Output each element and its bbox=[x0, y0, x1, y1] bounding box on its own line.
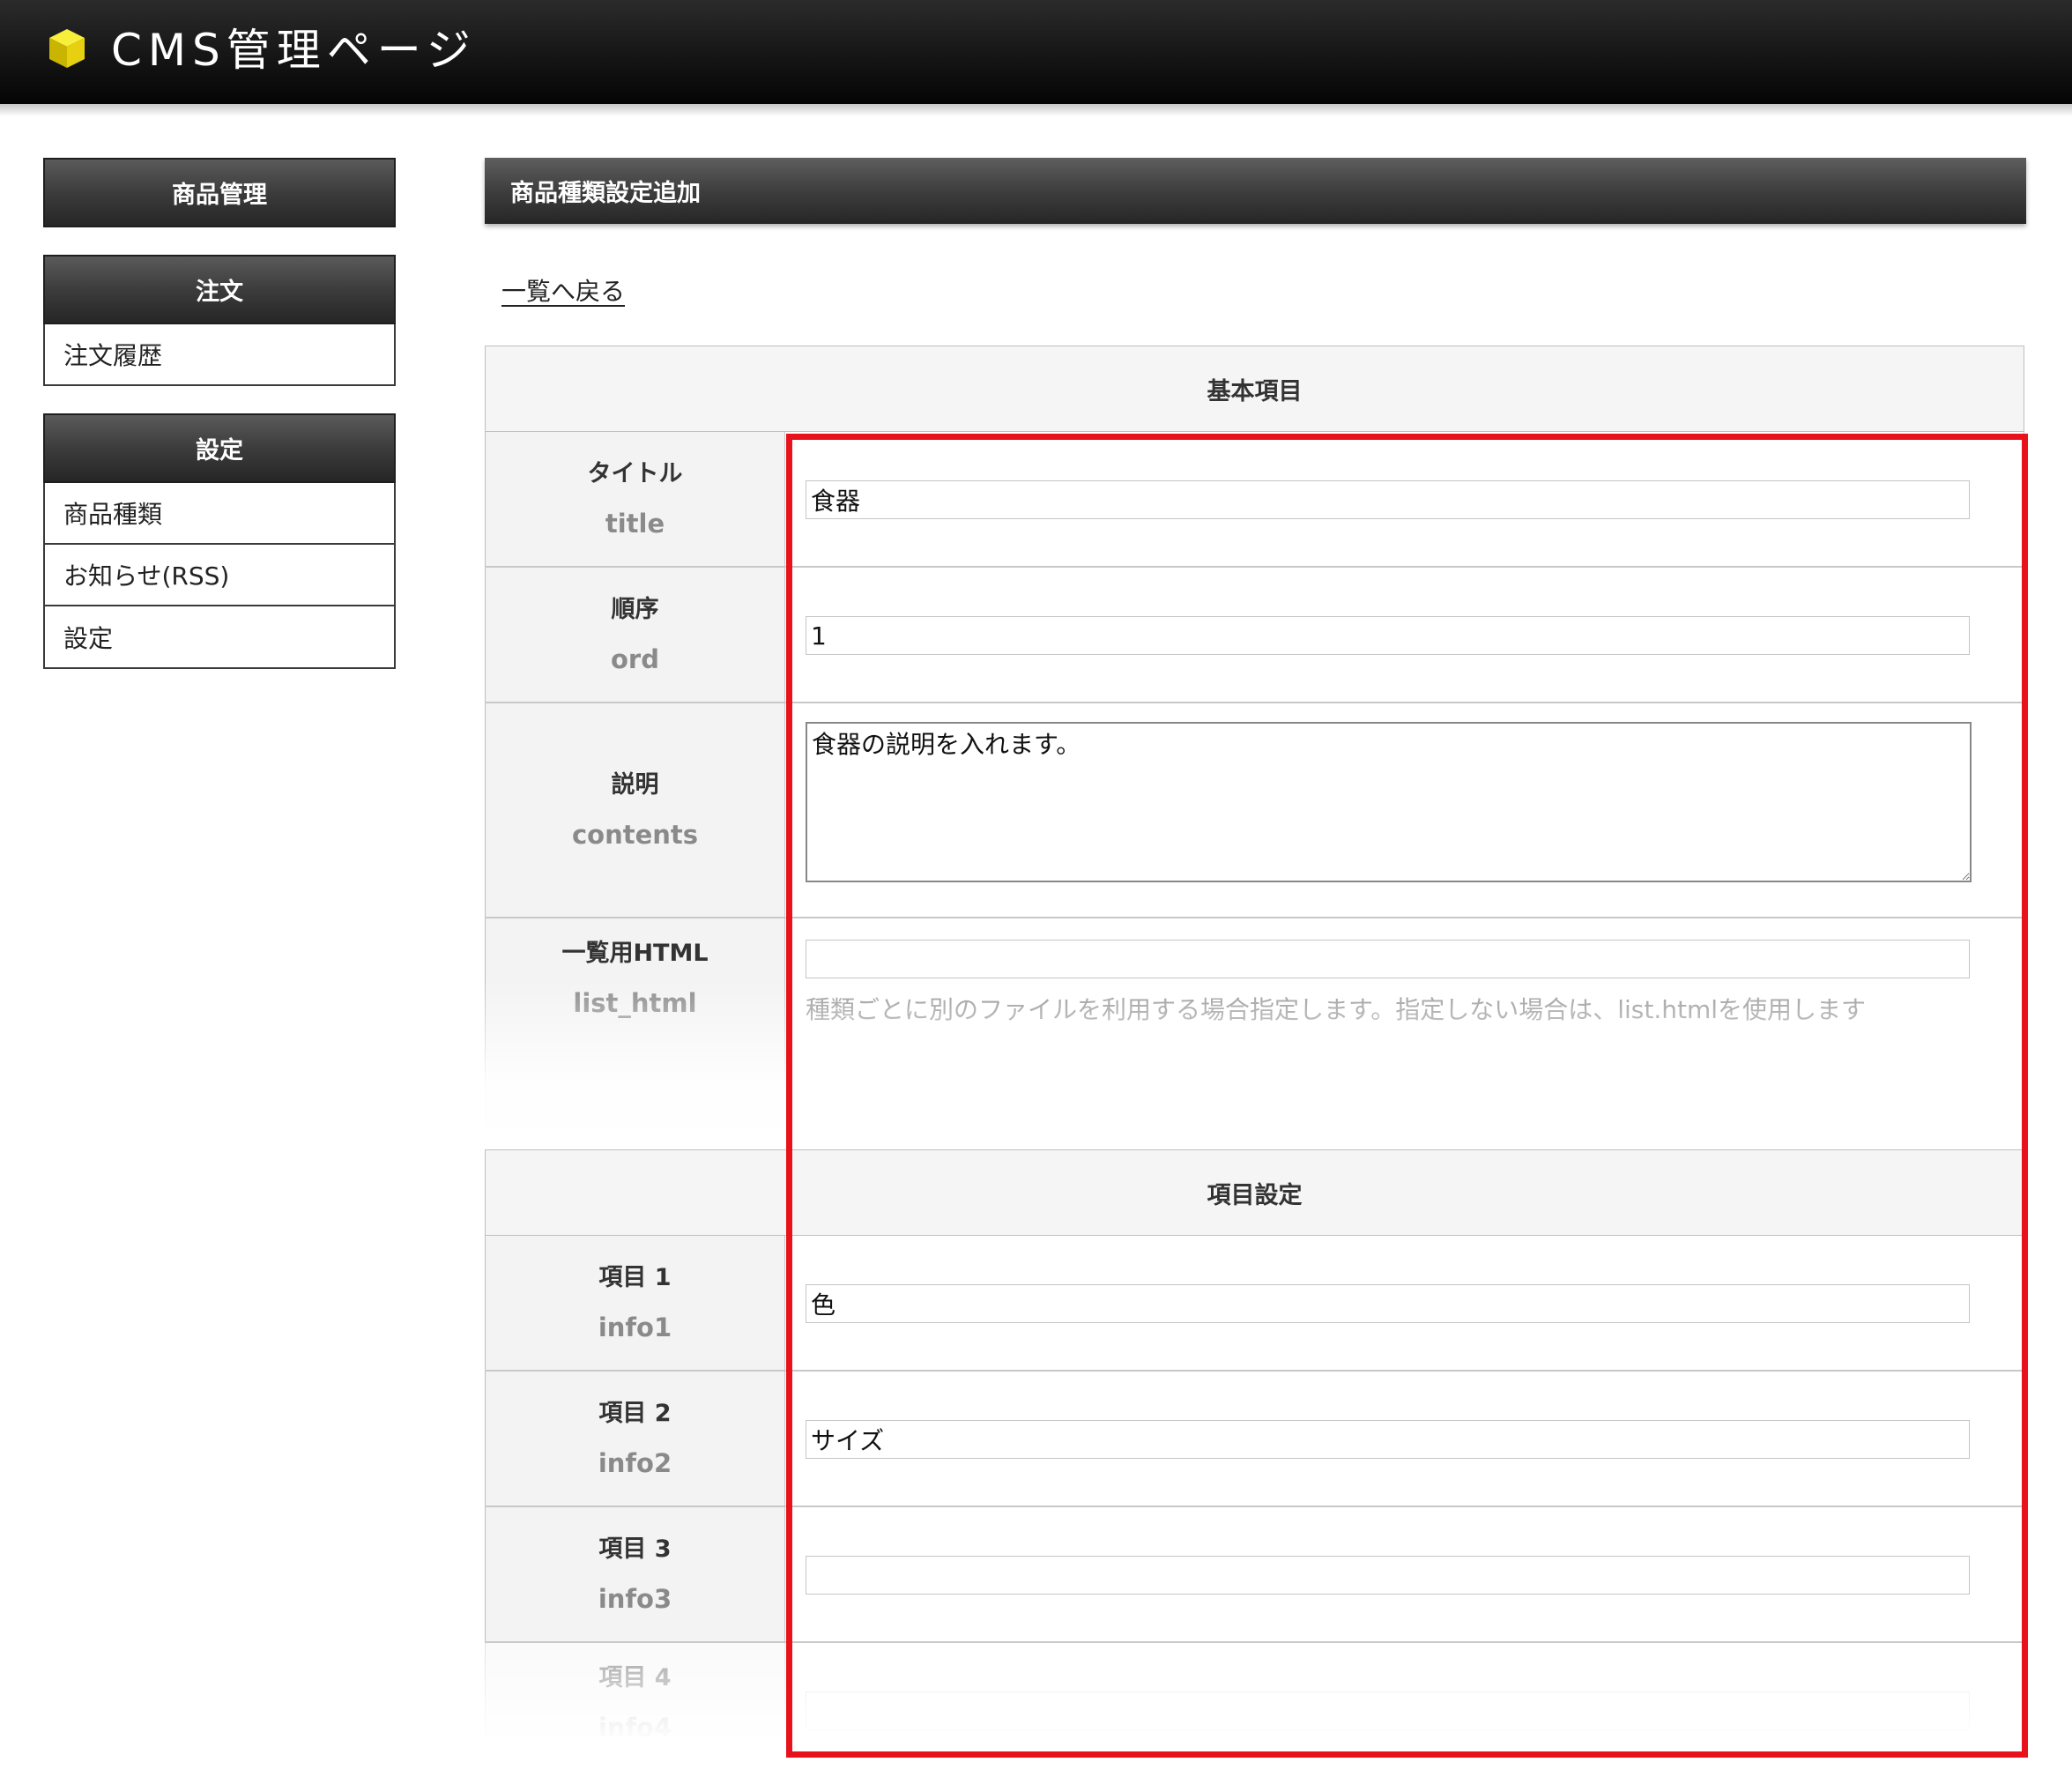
field-value-cell bbox=[785, 1643, 2024, 1738]
product-type-form: 基本項目 タイトル title 順序 ord 説明 contents 食器の説明… bbox=[485, 346, 2026, 1743]
field-value-cell bbox=[785, 568, 2024, 702]
list-html-help-text: 種類ごとに別のファイルを利用する場合指定します。指定しない場合は、list.ht… bbox=[806, 995, 1867, 1024]
sidebar-section-orders: 注文 bbox=[43, 255, 396, 324]
field-label-cell: タイトル title bbox=[485, 432, 785, 566]
field-value-cell: 種類ごとに別のファイルを利用する場合指定します。指定しない場合は、list.ht… bbox=[785, 918, 2024, 1145]
title-input[interactable] bbox=[806, 480, 1970, 519]
header-shadow bbox=[0, 104, 2072, 116]
form-row-info1: 項目 1 info1 bbox=[485, 1236, 2024, 1372]
field-label: タイトル bbox=[587, 460, 683, 487]
sidebar-item-product-types[interactable]: 商品種類 bbox=[43, 483, 396, 545]
list-html-input[interactable] bbox=[806, 940, 1970, 978]
field-key: info1 bbox=[598, 1312, 672, 1342]
field-key: info4 bbox=[598, 1713, 672, 1743]
field-label-cell: 項目 3 info3 bbox=[485, 1507, 785, 1641]
sidebar-item-news-rss[interactable]: お知らせ(RSS) bbox=[43, 545, 396, 606]
form-row-info4: 項目 4 info4 bbox=[485, 1643, 2024, 1743]
field-value-cell bbox=[785, 1372, 2024, 1506]
info4-input[interactable] bbox=[806, 1691, 1970, 1730]
yellow-cube-icon bbox=[49, 29, 85, 68]
page-title: 商品種類設定追加 bbox=[485, 158, 2026, 224]
form-row-ord: 順序 ord bbox=[485, 568, 2024, 703]
sidebar-item-order-history[interactable]: 注文履歴 bbox=[43, 324, 396, 386]
field-value-cell bbox=[785, 432, 2024, 566]
info2-input[interactable] bbox=[806, 1420, 1970, 1459]
field-label: 項目 4 bbox=[598, 1664, 672, 1691]
sidebar-section-settings: 設定 bbox=[43, 413, 396, 483]
field-label-cell: 説明 contents bbox=[485, 703, 785, 917]
ord-input[interactable] bbox=[806, 616, 1970, 655]
field-key: list_html bbox=[573, 988, 697, 1018]
field-key: contents bbox=[571, 820, 699, 850]
sidebar-item-settings[interactable]: 設定 bbox=[43, 606, 396, 669]
app-title: CMS管理ページ bbox=[111, 25, 477, 76]
field-label-cell: 項目 1 info1 bbox=[485, 1236, 785, 1370]
app-header: CMS管理ページ bbox=[0, 0, 2072, 104]
section-basic-header: 基本項目 bbox=[485, 346, 2024, 432]
field-label: 項目 2 bbox=[598, 1400, 672, 1427]
field-value-cell bbox=[785, 1507, 2024, 1641]
section-items-header: 項目設定 bbox=[485, 1149, 2024, 1236]
field-label-cell: 項目 2 info2 bbox=[485, 1372, 785, 1506]
field-key: info3 bbox=[598, 1584, 672, 1614]
sidebar-section-products[interactable]: 商品管理 bbox=[43, 158, 396, 227]
form-row-info2: 項目 2 info2 bbox=[485, 1372, 2024, 1507]
form-row-list-html: 一覧用HTML list_html 種類ごとに別のファイルを利用する場合指定しま… bbox=[485, 918, 2024, 1145]
field-label-cell: 順序 ord bbox=[485, 568, 785, 702]
field-label: 項目 3 bbox=[598, 1535, 672, 1563]
field-label-cell: 一覧用HTML list_html bbox=[485, 918, 785, 1145]
field-value-cell bbox=[785, 1236, 2024, 1370]
field-label: 一覧用HTML bbox=[561, 940, 709, 967]
form-row-title: タイトル title bbox=[485, 432, 2024, 568]
field-key: ord bbox=[611, 644, 659, 674]
field-key: title bbox=[605, 509, 665, 539]
field-label: 項目 1 bbox=[598, 1264, 672, 1291]
info3-input[interactable] bbox=[806, 1556, 1970, 1595]
form-row-contents: 説明 contents 食器の説明を入れます。 bbox=[485, 703, 2024, 918]
form-row-info3: 項目 3 info3 bbox=[485, 1507, 2024, 1643]
field-key: info2 bbox=[598, 1448, 672, 1478]
back-to-list-link[interactable]: 一覧へ戻る bbox=[501, 275, 625, 309]
field-label-cell: 項目 4 info4 bbox=[485, 1643, 785, 1743]
contents-textarea[interactable]: 食器の説明を入れます。 bbox=[806, 722, 1972, 882]
info1-input[interactable] bbox=[806, 1284, 1970, 1323]
field-label: 順序 bbox=[611, 596, 659, 623]
field-value-cell: 食器の説明を入れます。 bbox=[785, 703, 2024, 917]
field-label: 説明 bbox=[611, 771, 659, 799]
